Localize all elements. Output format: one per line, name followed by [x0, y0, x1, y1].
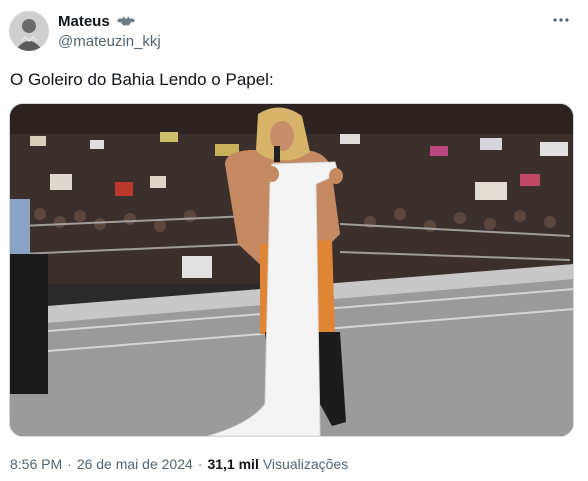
views-label: Visualizações	[262, 456, 349, 472]
wrestler-reading-paper-image	[10, 104, 573, 436]
tweet-date[interactable]: 26 de mai de 2024	[77, 455, 193, 473]
meta-separator-2: ·	[197, 456, 203, 472]
tweet-time[interactable]: 8:56 PM	[10, 455, 62, 473]
tweet-card: Mateus @mateuzin_kkj O Goleiro do Bahia …	[0, 0, 588, 481]
more-dots-icon	[553, 18, 569, 22]
tweet-meta: 8:56 PM · 26 de mai de 2024 · 31,1 mil V…	[10, 455, 348, 473]
bat-emblem-icon	[116, 15, 136, 29]
avatar-image	[9, 11, 49, 51]
more-options-button[interactable]	[548, 10, 574, 30]
tweet-text: O Goleiro do Bahia Lendo o Papel:	[10, 70, 274, 89]
avatar[interactable]	[9, 11, 49, 51]
author-name-row: Mateus	[58, 13, 136, 31]
meta-separator: ·	[67, 456, 72, 472]
author-display-name[interactable]: Mateus	[58, 13, 110, 31]
author-handle[interactable]: @mateuzin_kkj	[58, 33, 161, 51]
views-count: 31,1 mil	[207, 456, 259, 472]
tweet-media-photo[interactable]	[9, 103, 574, 437]
